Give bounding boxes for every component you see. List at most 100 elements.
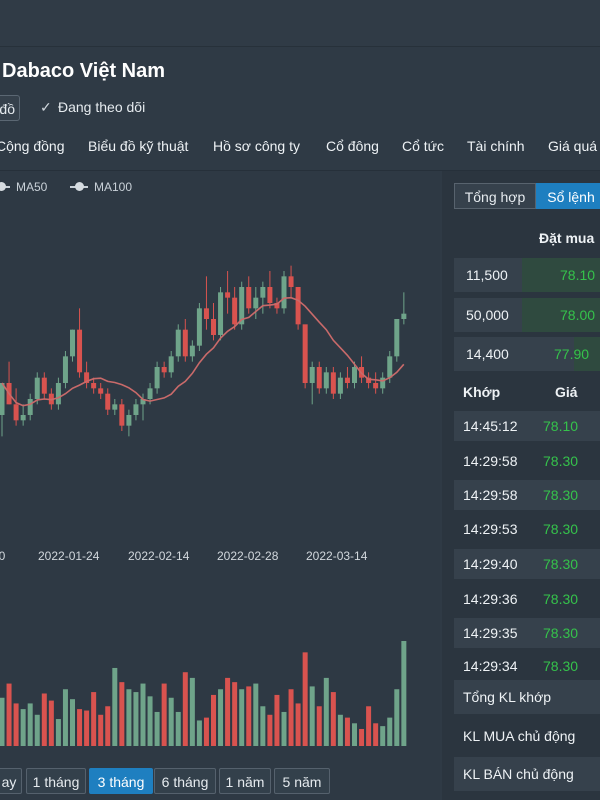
candle-body [112,404,118,410]
candle-body [55,383,61,405]
volume-bar [154,711,160,746]
tab-community[interactable]: Cộng đồng [0,138,65,154]
volume-bar [175,711,181,746]
volume-bar [196,720,202,746]
tab-dividends[interactable]: Cổ tức [402,138,444,154]
company-title: Dabaco Việt Nam [2,60,166,82]
volume-bar [62,689,68,746]
candle-body [91,383,97,389]
volume-bar [147,696,153,746]
candle-body [352,367,357,383]
volume-bar [48,700,54,746]
tab-order-book[interactable]: Sổ lệnh [536,183,600,209]
trade-price-header: Giá [555,384,578,400]
volume-bar [20,709,26,746]
volume-bar [274,694,280,746]
candle-body [126,415,132,426]
volume-bar [366,706,372,746]
summary-row-buy: KL MUA chủ động [463,728,576,744]
volume-bar [260,706,266,746]
volume-bar [34,714,40,746]
volume-bar [225,677,231,746]
candle-body [316,367,322,389]
candle-body [394,319,400,357]
tab-price-history[interactable]: Giá quá [548,138,597,154]
candle-body [168,356,174,373]
volume-bar [182,672,188,746]
volume-bar [380,726,386,746]
partial-button[interactable]: đồ [0,95,20,121]
follow-label: Đang theo dõi [58,99,146,115]
range-5-years[interactable]: 5 năm [274,768,330,794]
volume-bar [316,706,322,746]
range-1-month[interactable]: 1 tháng [26,768,86,794]
order-row: 50,000 78.00 [454,298,600,332]
volume-bar [203,717,209,746]
tab-technical-chart[interactable]: Biểu đồ kỹ thuật [88,138,188,154]
volume-bar [281,711,287,746]
order-row: 11,500 78.10 [454,258,600,292]
follow-toggle[interactable]: ✓ Đang theo dõi [40,99,145,116]
candle-body [119,404,125,426]
volume-bar [218,689,224,746]
volume-bar [140,683,146,746]
order-row: 14,400 77.90 [454,337,600,371]
candle-body [232,297,238,325]
candle-body [302,324,308,383]
candle-body [196,308,202,346]
volume-bar [168,697,174,746]
candle-body [62,356,68,383]
price-chart[interactable]: 10 2022-01-24 2022-02-14 2022-02-28 2022-03-… [0,171,440,761]
candle-body [41,377,47,394]
volume-bar [133,692,139,746]
candle-body [203,308,209,319]
volume-bar [267,714,273,746]
candle-body [225,292,231,298]
candle-body [323,372,329,389]
tab-shareholders[interactable]: Cổ đông [326,138,379,154]
candle-body [218,292,224,335]
volume-bar [330,692,336,746]
volume-bar [337,714,343,746]
x-tick-label: 2022-03-14 [306,549,368,563]
volume-bar [77,709,83,746]
candle-body [70,329,75,357]
volume-bar [373,723,379,746]
candle-body [34,377,40,399]
candle-body [288,276,294,287]
tab-company-profile[interactable]: Hồ sơ công ty [213,138,300,154]
volume-bar [309,686,315,746]
check-icon: ✓ [40,99,52,115]
range-6-months[interactable]: 6 tháng [154,768,216,794]
trade-row: 14:29:58 78.30 [454,480,600,510]
range-1-year[interactable]: 1 năm [219,768,271,794]
tab-finance[interactable]: Tài chính [467,138,525,154]
trade-row: 14:29:35 78.30 [454,618,600,648]
candle-body [253,297,259,309]
x-tick-label: 2022-02-28 [217,549,279,563]
candle-body [77,329,83,373]
candle-body [98,388,104,394]
volume-bar [211,694,216,746]
tab-summary[interactable]: Tổng hợp [454,183,536,209]
summary-row-total: Tổng KL khớp [454,680,600,714]
volume-bar [288,689,294,746]
range-day[interactable]: ay [0,768,22,794]
trade-row: 14:29:53 78.30 [463,521,579,537]
volume-bar [112,667,118,746]
candle-body [154,367,160,389]
volume-bar [352,723,357,746]
volume-bar [246,686,252,746]
candle-body [20,415,26,421]
summary-row-sell: KL BÁN chủ động [454,757,600,791]
trade-row: 14:29:36 78.30 [463,591,579,607]
candle-body [182,329,188,357]
top-bar [0,0,600,47]
volume-bar [394,689,400,746]
volume-bar [323,677,329,746]
volume-bar [0,697,5,746]
range-3-months[interactable]: 3 tháng [89,768,153,794]
volume-bar [98,714,104,746]
candle-body [401,313,407,319]
candle-body [281,276,287,309]
